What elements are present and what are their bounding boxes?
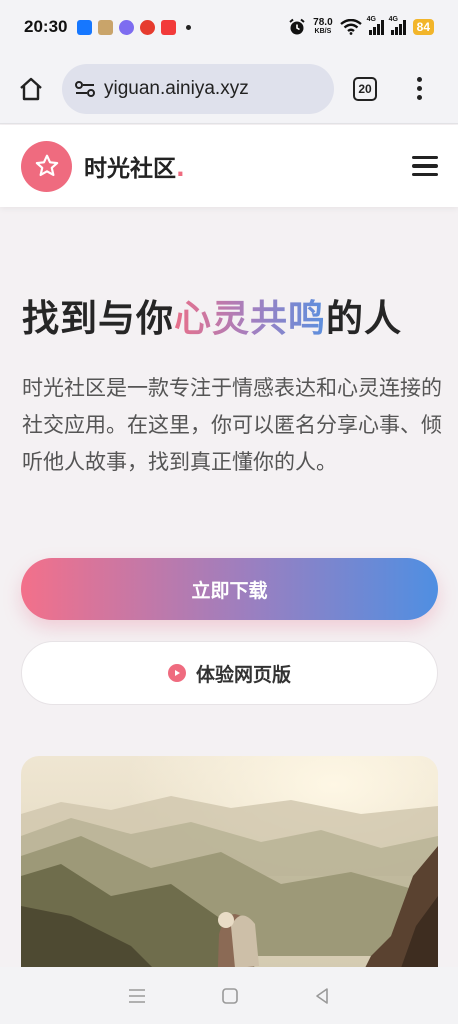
home-icon [20,77,42,100]
news-app-icon [140,19,156,35]
browser-toolbar: yiguan.ainiya.xyz 20 [0,54,458,124]
site-header: 时光社区. [0,125,458,207]
status-right: 78.0 KB/S 4G 4G 84 [288,16,434,36]
star-icon [35,154,58,177]
hero-title-prefix: 找到与你 [22,297,174,340]
overflow-menu-icon [417,77,422,82]
web-version-button[interactable]: 体验网页版 [21,641,438,705]
speed-unit: KB/S [314,28,332,35]
hero-title-suffix: 的人 [326,297,402,340]
status-time: 20:30 [24,17,68,36]
hamburger-icon [412,155,438,160]
brand-dot: . [176,156,185,182]
overflow-menu-button[interactable] [417,77,422,100]
alipay-icon [77,19,93,35]
signal-icon-2: 4G [389,16,406,35]
alarm-icon [289,18,305,35]
tabs-button[interactable]: 20 [353,76,377,101]
network-speed: 78.0 KB/S [313,18,332,36]
site-settings-icon[interactable] [74,79,96,99]
web-version-label: 体验网页版 [195,663,291,686]
home-button[interactable] [16,74,46,104]
home-square-icon[interactable] [221,987,239,1005]
url-text[interactable]: yiguan.ainiya.xyz [104,78,249,100]
social-app-icon [119,19,135,35]
network-type-1: 4G [366,15,376,23]
hero-description: 时光社区是一款专注于情感表达和心灵连接的社交应用。在这里，你可以匿名分享心事、倾… [22,376,442,474]
system-nav-bar [0,967,458,1024]
game-app-icon [98,19,114,35]
brand-text: 时光社区 [84,156,176,182]
network-type-2: 4G [388,15,398,23]
brand-name[interactable]: 时光社区. [84,149,185,183]
hero-title: 找到与你心灵共鸣的人 [22,288,442,342]
back-icon[interactable] [313,987,331,1005]
hero-title-highlight: 心灵共鸣 [174,297,326,340]
address-bar[interactable]: yiguan.ainiya.xyz [62,63,334,114]
more-notifications-icon [186,24,192,30]
play-icon [167,664,186,682]
status-bar: 20:30 78.0 KB/S 4G 4G 84 [0,0,458,54]
battery-indicator: 84 [412,19,434,35]
screen: 20:30 78.0 KB/S 4G 4G 84 yiguan.ainiya.x… [0,0,458,1024]
download-button[interactable]: 立即下载 [21,558,438,620]
site-logo[interactable] [21,140,72,192]
mountain-hiker-illustration [21,756,438,996]
notification-icons [77,19,192,35]
hamburger-menu-button[interactable] [412,155,438,177]
shopping-app-icon [161,19,177,35]
wifi-icon [339,19,362,35]
menu-icon[interactable] [127,988,147,1004]
hero-image [21,756,438,996]
signal-icon-1: 4G [367,16,384,35]
